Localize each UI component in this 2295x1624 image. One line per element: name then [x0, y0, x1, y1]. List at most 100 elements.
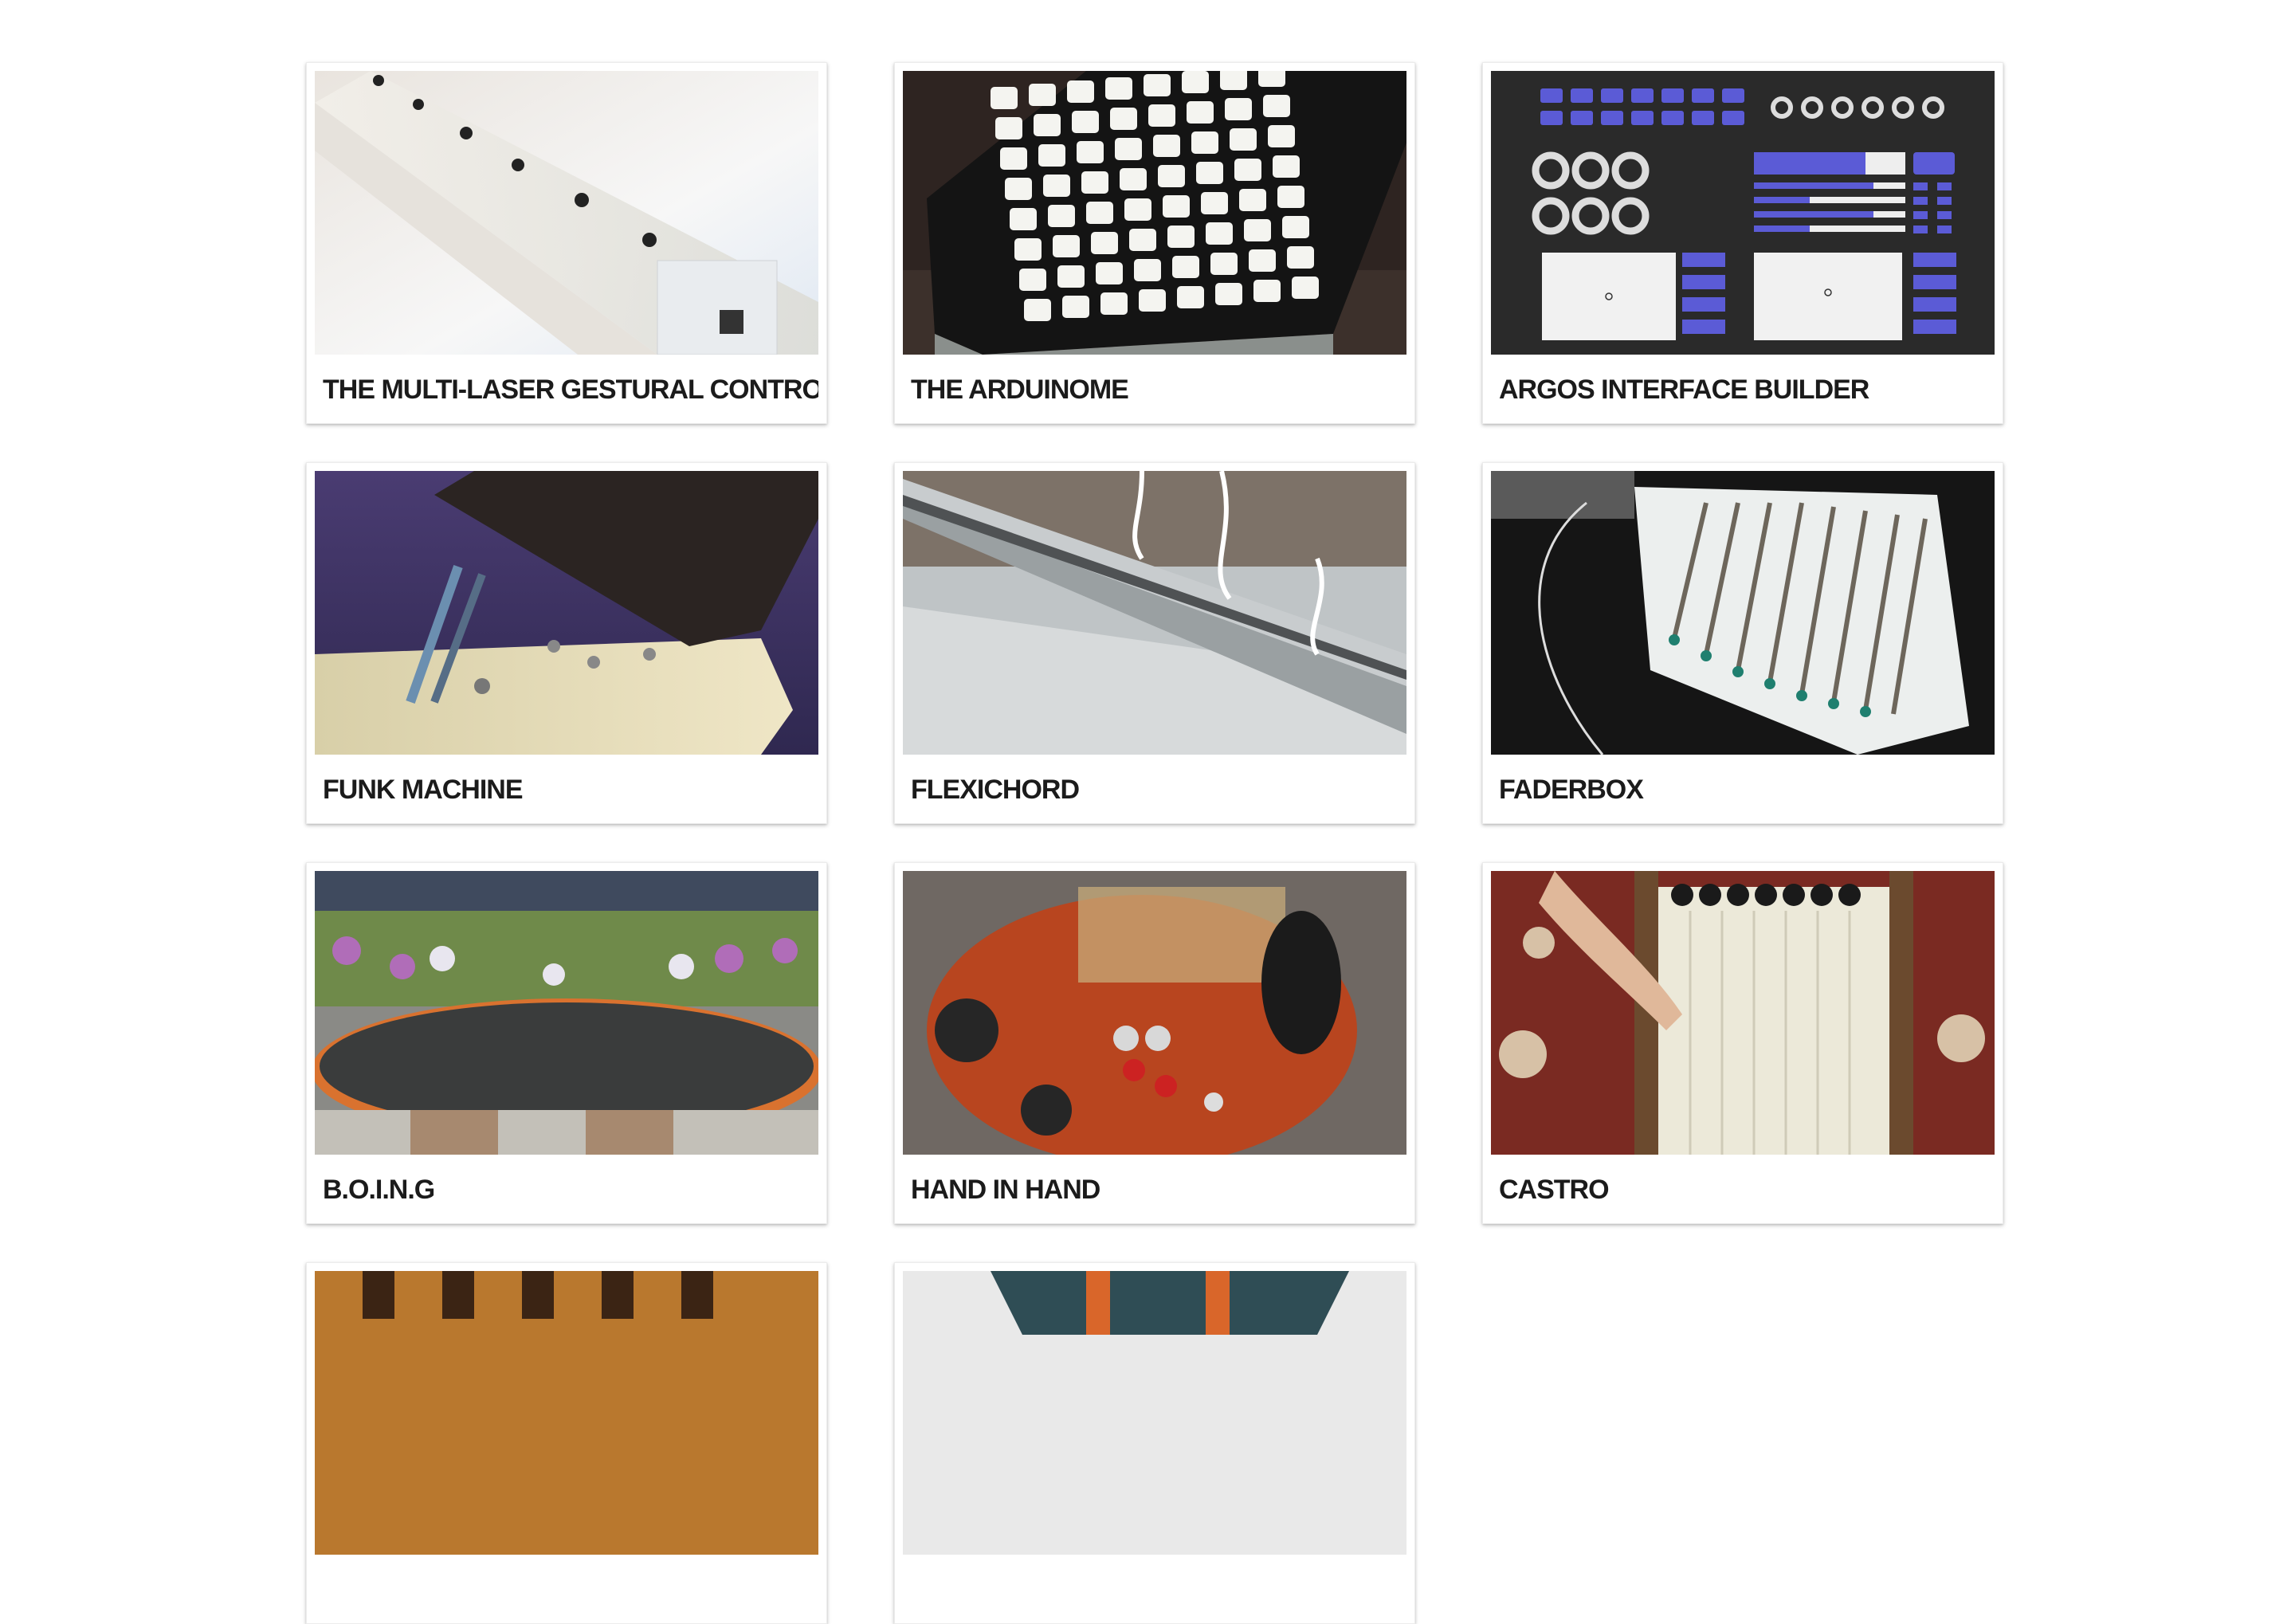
grid-button [1024, 299, 1051, 321]
grid-button [1115, 138, 1142, 160]
grid-button [1000, 147, 1027, 170]
boing-trampoline-photo [315, 871, 818, 1155]
arduinome-button-grid-photo [903, 71, 1406, 355]
project-thumbnail[interactable] [1491, 471, 1995, 755]
project-title[interactable]: FLEXICHORD [903, 755, 1406, 823]
project-title[interactable]: CASTRO [1491, 1155, 1995, 1223]
project-thumbnail[interactable] [903, 871, 1406, 1155]
project-thumbnail[interactable] [1491, 871, 1995, 1155]
hand-in-hand-photo [903, 871, 1406, 1155]
project-photo [903, 1271, 1406, 1555]
grid-button [1144, 74, 1171, 96]
project-grid: THE MULTI-LASER GESTURAL CONTROLLER THE … [306, 62, 2003, 1624]
grid-button [1253, 280, 1281, 302]
grid-button [1019, 269, 1046, 291]
grid-button [1201, 192, 1228, 214]
grid-button [1043, 175, 1070, 197]
grid-button [1005, 178, 1032, 200]
grid-button [1124, 198, 1151, 221]
project-card-partial[interactable] [306, 1262, 827, 1624]
grid-button [1120, 168, 1147, 190]
project-card-multi-laser[interactable]: THE MULTI-LASER GESTURAL CONTROLLER [306, 62, 827, 424]
grid-button [1077, 141, 1104, 163]
grid-button [1034, 114, 1061, 136]
project-title[interactable] [903, 1555, 1406, 1623]
grid-button [1177, 286, 1204, 308]
project-thumbnail[interactable] [315, 1271, 818, 1555]
grid-button [1277, 186, 1304, 208]
grid-button [1014, 238, 1042, 261]
project-card-arduinome[interactable]: THE ARDUINOME [894, 62, 1415, 424]
grid-button [1273, 155, 1300, 178]
project-title[interactable] [315, 1555, 818, 1623]
grid-button [1244, 219, 1271, 241]
grid-button [1148, 104, 1175, 127]
project-thumbnail[interactable] [903, 71, 1406, 355]
argos-interface-screenshot [1491, 71, 1995, 355]
project-title[interactable]: THE ARDUINOME [903, 355, 1406, 423]
grid-button [1091, 232, 1118, 254]
grid-button [1239, 189, 1266, 211]
grid-button [1258, 71, 1285, 87]
project-thumbnail[interactable] [903, 1271, 1406, 1555]
project-card-boing[interactable]: B.O.I.N.G [306, 862, 827, 1224]
grid-button [1282, 216, 1309, 238]
funk-machine-photo [315, 471, 818, 755]
project-thumbnail[interactable] [315, 471, 818, 755]
grid-button [1158, 165, 1185, 187]
project-thumbnail[interactable] [315, 71, 818, 355]
grid-button [1062, 296, 1089, 318]
project-title[interactable]: HAND IN HAND [903, 1155, 1406, 1223]
project-title[interactable]: B.O.I.N.G [315, 1155, 818, 1223]
project-card-argos[interactable]: ARGOS INTERFACE BUILDER [1482, 62, 2003, 424]
project-card-flexichord[interactable]: FLEXICHORD [894, 462, 1415, 824]
project-card-partial[interactable] [894, 1262, 1415, 1624]
grid-button [1048, 205, 1075, 227]
grid-button [1210, 253, 1238, 275]
flexichord-photo [903, 471, 1406, 755]
project-card-hand-in-hand[interactable]: HAND IN HAND [894, 862, 1415, 1224]
grid-button [1182, 71, 1209, 93]
grid-button [1096, 262, 1123, 284]
grid-button [1100, 292, 1128, 315]
grid-button [1110, 108, 1137, 130]
grid-button [1105, 77, 1132, 100]
project-thumbnail[interactable] [903, 471, 1406, 755]
grid-button [1129, 229, 1156, 251]
grid-button [1225, 98, 1252, 120]
grid-button [1220, 71, 1247, 90]
project-thumbnail[interactable] [1491, 71, 1995, 355]
grid-button [1163, 195, 1190, 218]
grid-button [1172, 256, 1199, 278]
project-thumbnail[interactable] [315, 871, 818, 1155]
project-title[interactable]: THE MULTI-LASER GESTURAL CONTROLLER [315, 355, 818, 423]
grid-button [1292, 277, 1319, 299]
castro-photo [1491, 871, 1995, 1155]
grid-button [991, 87, 1018, 109]
grid-button [1268, 125, 1295, 147]
grid-button [1287, 246, 1314, 269]
grid-button [1249, 249, 1276, 272]
grid-button [1139, 289, 1166, 312]
grid-button [1263, 95, 1290, 117]
grid-button [1187, 101, 1214, 124]
project-title[interactable]: FUNK MACHINE [315, 755, 818, 823]
grid-button [1167, 226, 1195, 248]
project-photo [315, 1271, 818, 1555]
project-title[interactable]: FADERBOX [1491, 755, 1995, 823]
grid-button [1153, 135, 1180, 157]
multi-laser-controller-photo [315, 71, 818, 355]
grid-button [1215, 283, 1242, 305]
grid-button [1134, 259, 1161, 281]
project-card-castro[interactable]: CASTRO [1482, 862, 2003, 1224]
grid-button [995, 117, 1022, 139]
grid-button [1038, 144, 1065, 167]
grid-button [1191, 131, 1218, 154]
grid-button [1230, 128, 1257, 151]
project-card-faderbox[interactable]: FADERBOX [1482, 462, 2003, 824]
faderbox-photo [1491, 471, 1995, 755]
grid-button [1081, 171, 1108, 194]
project-card-funk-machine[interactable]: FUNK MACHINE [306, 462, 827, 824]
project-title[interactable]: ARGOS INTERFACE BUILDER [1491, 355, 1995, 423]
grid-button [1196, 162, 1223, 184]
